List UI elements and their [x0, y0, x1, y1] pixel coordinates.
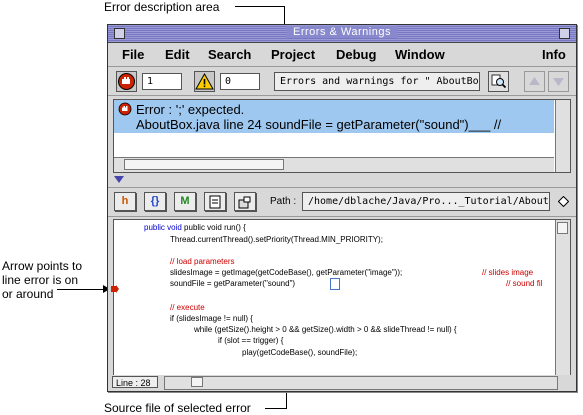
- warning-count-field: 0: [220, 73, 260, 90]
- comment-sound-file: // sound fil: [506, 279, 543, 288]
- line-number-indicator[interactable]: Line : 28: [112, 376, 158, 388]
- path-field: /home/dblache/Java/Pro..._Tutorial/About…: [302, 192, 550, 211]
- options-popup-button[interactable]: [234, 192, 256, 211]
- comment-slides-image: // slides image: [482, 268, 534, 277]
- description-field: Errors and warnings for " AboutBox.mcp ": [274, 72, 480, 91]
- warning-filter-button[interactable]: [194, 71, 215, 92]
- callout-leader-error-description: [235, 6, 285, 7]
- error-list-scroll-thumb[interactable]: [124, 159, 284, 170]
- code-line-5: slidesImage = getImage(getCodeBase(), ge…: [170, 268, 403, 277]
- error-count-field: 1: [142, 73, 182, 90]
- code-line-1-text: public void run() {: [184, 223, 246, 232]
- error-caret-box: [330, 278, 340, 290]
- code-line-1: public void public void run() {: [144, 223, 246, 232]
- next-error-button[interactable]: [548, 71, 569, 92]
- menu-bar: File Edit Search Project Debug Window In…: [108, 43, 576, 67]
- up-arrow-icon: [529, 77, 540, 85]
- code-line-4: // load parameters: [170, 257, 235, 266]
- callout-leader-arrow-points: [57, 289, 105, 290]
- callout-error-description: Error description area: [104, 0, 220, 14]
- find-button[interactable]: [488, 71, 509, 92]
- diamond-icon[interactable]: [558, 196, 569, 207]
- source-scroll-thumb[interactable]: [557, 222, 568, 234]
- document-icon: [209, 195, 221, 209]
- find-magnifier-icon: [491, 74, 507, 89]
- menu-project[interactable]: Project: [271, 47, 315, 62]
- code-line-2: Thread.currentThread().setPriority(Threa…: [170, 235, 383, 244]
- previous-error-button[interactable]: [524, 71, 545, 92]
- error-line-marker-icon: [111, 285, 119, 293]
- options-icon: [238, 196, 251, 209]
- callout-arrow-points-line-1: Arrow points to: [2, 259, 83, 273]
- menu-info[interactable]: Info: [542, 47, 566, 62]
- error-list-horizontal-scrollbar[interactable]: [114, 157, 554, 172]
- source-editor[interactable]: public void public void run() { Thread.c…: [113, 219, 571, 376]
- down-arrow-icon: [553, 78, 564, 86]
- disclosure-triangle-icon: [114, 176, 124, 183]
- menu-window[interactable]: Window: [395, 47, 445, 62]
- error-toolbar: 1 0 Errors and warnings for " AboutBox.m…: [108, 67, 576, 96]
- marker-popup-button[interactable]: M: [174, 192, 196, 211]
- menu-edit[interactable]: Edit: [165, 47, 190, 62]
- callout-arrow-points-line-2: line error is on: [2, 273, 79, 287]
- source-vertical-scrollbar[interactable]: [555, 220, 570, 375]
- menu-debug[interactable]: Debug: [336, 47, 376, 62]
- status-bar: Line : 28: [108, 375, 576, 390]
- source-horizontal-scrollbar[interactable]: [164, 376, 558, 390]
- error-list-vertical-scrollbar[interactable]: [555, 100, 570, 172]
- function-popup-button[interactable]: {}: [144, 192, 166, 211]
- error-stop-icon: [118, 73, 135, 90]
- callout-leader-source-file: [265, 408, 287, 409]
- window-title-wrap: Errors & Warnings: [108, 26, 576, 38]
- code-line-6-error: soundFile = getParameter("sound"): [170, 279, 296, 288]
- code-line-9: if (slidesImage != null) {: [170, 314, 253, 323]
- error-stop-small-icon: [118, 102, 132, 116]
- warning-triangle-icon: [195, 72, 214, 90]
- document-popup-button[interactable]: [204, 192, 226, 211]
- zoom-box[interactable]: [559, 28, 570, 39]
- error-location: AboutBox.java line 24 soundFile = getPar…: [136, 117, 502, 132]
- code-line-12: play(getCodeBase(), soundFile);: [242, 348, 358, 357]
- error-list-item-selected[interactable]: Error : ';' expected. AboutBox.java line…: [114, 100, 554, 133]
- callout-source-file: Source file of selected error: [104, 401, 251, 415]
- header-popup-button[interactable]: h: [114, 192, 136, 211]
- error-message: Error : ';' expected.: [136, 102, 245, 117]
- code-line-10: while (getSize().height > 0 && getSize()…: [194, 325, 457, 334]
- code-line-11: if (slot == trigger) {: [218, 336, 284, 345]
- window-title: Errors & Warnings: [287, 26, 397, 38]
- title-bar[interactable]: Errors & Warnings: [108, 25, 576, 43]
- code-line-8: // execute: [170, 303, 205, 312]
- error-filter-button[interactable]: [116, 71, 137, 92]
- source-toolbar: h {} M Path : /home/dblache/Java/Pro..._…: [108, 187, 576, 217]
- path-label: Path :: [270, 196, 297, 207]
- pane-divider[interactable]: [108, 174, 576, 186]
- menu-file[interactable]: File: [122, 47, 144, 62]
- menu-search[interactable]: Search: [208, 47, 251, 62]
- callout-arrow-points: Arrow points to line error is on or arou…: [2, 259, 82, 301]
- error-list[interactable]: Error : ';' expected. AboutBox.java line…: [113, 99, 571, 173]
- errors-warnings-window: Errors & Warnings File Edit Search Proje…: [107, 24, 577, 392]
- source-horizontal-thumb[interactable]: [191, 377, 203, 387]
